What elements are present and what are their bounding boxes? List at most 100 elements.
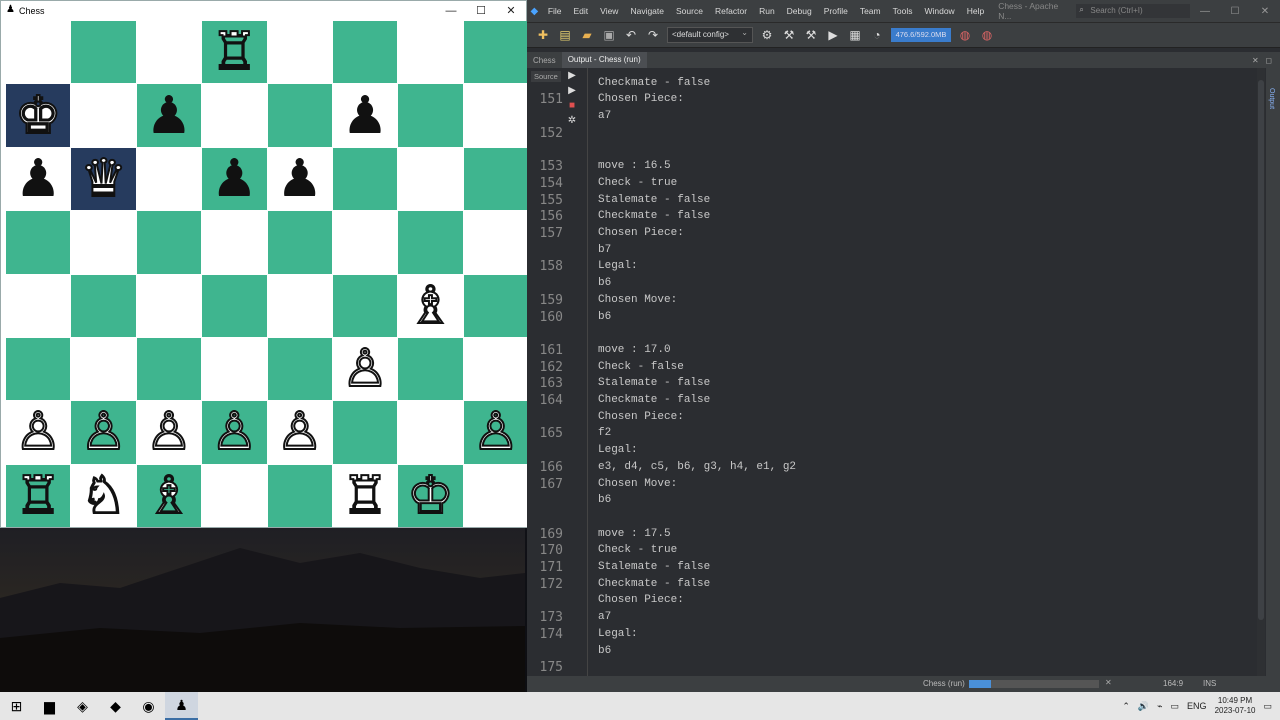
- language-indicator[interactable]: ENG: [1187, 701, 1207, 711]
- obs-icon[interactable]: ◉: [132, 692, 165, 720]
- square-e5[interactable]: [267, 211, 332, 274]
- menu-window[interactable]: Window: [918, 6, 960, 16]
- square-f7[interactable]: ♟: [332, 84, 398, 147]
- tab-chess[interactable]: Chess: [527, 56, 562, 65]
- square-d7[interactable]: [202, 84, 267, 147]
- new-project-icon[interactable]: ✚: [535, 27, 551, 43]
- rerun-icon[interactable]: ▶: [568, 70, 576, 81]
- square-e8[interactable]: [267, 21, 332, 84]
- square-c2[interactable]: ♙: [136, 401, 202, 464]
- square-g6[interactable]: [398, 147, 463, 211]
- build-icon[interactable]: ⚒: [781, 27, 797, 43]
- square-g7[interactable]: [398, 84, 463, 147]
- menu-run[interactable]: Run: [753, 6, 781, 16]
- square-a3[interactable]: [6, 337, 71, 401]
- memory-indicator[interactable]: 476.6/592.0MB: [891, 28, 951, 42]
- stop-icon[interactable]: ■: [569, 100, 575, 111]
- save-all-icon[interactable]: ▣: [601, 27, 617, 43]
- square-e2[interactable]: ♙: [267, 401, 332, 464]
- tab-output[interactable]: Output - Chess (run): [561, 52, 647, 68]
- menu-source[interactable]: Source: [670, 6, 709, 16]
- square-h3[interactable]: [463, 337, 528, 401]
- menu-refactor[interactable]: Refactor: [709, 6, 753, 16]
- square-a2[interactable]: ♙: [6, 401, 71, 464]
- square-g2[interactable]: [398, 401, 463, 464]
- square-a1[interactable]: ♖: [6, 464, 71, 527]
- netbeans-icon[interactable]: ◆: [99, 692, 132, 720]
- square-f3[interactable]: ♙: [332, 337, 398, 401]
- square-g5[interactable]: [398, 211, 463, 274]
- output-scrollbar[interactable]: [1257, 68, 1265, 676]
- square-b7[interactable]: [71, 84, 136, 147]
- menu-help[interactable]: Help: [961, 6, 990, 16]
- square-h4[interactable]: [463, 274, 528, 337]
- square-a8[interactable]: [6, 21, 71, 84]
- cancel-icon[interactable]: ✕: [1105, 678, 1112, 687]
- square-a4[interactable]: [6, 274, 71, 337]
- output-side-tab[interactable]: Output: [1268, 88, 1275, 109]
- menu-file[interactable]: File: [542, 6, 568, 16]
- square-g8[interactable]: [398, 21, 463, 84]
- menu-tools[interactable]: Tools: [887, 6, 919, 16]
- square-b1[interactable]: ♘: [71, 464, 136, 527]
- config-select[interactable]: <default config>: [667, 26, 753, 43]
- menu-navigate[interactable]: Navigate: [624, 6, 670, 16]
- menu-view[interactable]: View: [594, 6, 624, 16]
- file-explorer-icon[interactable]: ▆: [33, 692, 66, 720]
- square-h8[interactable]: [463, 21, 528, 84]
- square-a5[interactable]: [6, 211, 71, 274]
- square-f2[interactable]: [332, 401, 398, 464]
- network-icon[interactable]: ⌁: [1157, 701, 1162, 712]
- square-e1[interactable]: [267, 464, 332, 527]
- square-h2[interactable]: ♙: [463, 401, 528, 464]
- square-c4[interactable]: [136, 274, 202, 337]
- square-b8[interactable]: [71, 21, 136, 84]
- square-d6[interactable]: ♟: [202, 147, 267, 211]
- square-b6[interactable]: ♛: [71, 147, 136, 211]
- scrollbar-thumb[interactable]: [1258, 80, 1264, 620]
- settings-icon[interactable]: ⚙: [759, 27, 775, 43]
- maximize-button[interactable]: ☐: [466, 1, 496, 21]
- new-file-icon[interactable]: ▤: [557, 27, 573, 43]
- open-project-icon[interactable]: ▰: [579, 27, 595, 43]
- square-b3[interactable]: [71, 337, 136, 401]
- redo-icon[interactable]: ↷: [645, 27, 661, 43]
- square-c3[interactable]: [136, 337, 202, 401]
- menu-team[interactable]: Team: [854, 6, 887, 16]
- menu-profile[interactable]: Profile: [818, 6, 854, 16]
- start-icon[interactable]: ⊞: [0, 692, 33, 720]
- square-b5[interactable]: [71, 211, 136, 274]
- square-b4[interactable]: [71, 274, 136, 337]
- profile-icon[interactable]: ◔: [869, 27, 885, 43]
- notification-icon[interactable]: ▭: [1263, 701, 1272, 712]
- square-c8[interactable]: [136, 21, 202, 84]
- square-d3[interactable]: [202, 337, 267, 401]
- gc-icon[interactable]: ◍: [957, 27, 973, 43]
- java-app-icon[interactable]: ♟: [165, 692, 198, 720]
- square-e6[interactable]: ♟: [267, 147, 332, 211]
- close-button[interactable]: ✕: [496, 1, 526, 21]
- square-b2[interactable]: ♙: [71, 401, 136, 464]
- undo-icon[interactable]: ↶: [623, 27, 639, 43]
- square-f1[interactable]: ♖: [332, 464, 398, 527]
- square-f8[interactable]: [332, 21, 398, 84]
- square-g1[interactable]: ♔: [398, 464, 463, 527]
- square-c1[interactable]: ♗: [136, 464, 202, 527]
- clock[interactable]: 10:49 PM 2023-07-10: [1215, 696, 1256, 716]
- ide-minimize-button[interactable]: —: [1190, 6, 1220, 17]
- square-e4[interactable]: [267, 274, 332, 337]
- square-e3[interactable]: [267, 337, 332, 401]
- square-h5[interactable]: [463, 211, 528, 274]
- square-e7[interactable]: [267, 84, 332, 147]
- run-status[interactable]: Chess (run): [923, 679, 965, 688]
- square-d5[interactable]: [202, 211, 267, 274]
- square-f6[interactable]: [332, 147, 398, 211]
- square-f5[interactable]: [332, 211, 398, 274]
- run-icon[interactable]: ▶: [825, 27, 841, 43]
- square-d4[interactable]: [202, 274, 267, 337]
- square-a7[interactable]: ♚: [6, 84, 71, 147]
- square-f4[interactable]: [332, 274, 398, 337]
- gc-icon-2[interactable]: ◍: [979, 27, 995, 43]
- rerun-with-args-icon[interactable]: ▶: [568, 85, 576, 96]
- square-h7[interactable]: [463, 84, 528, 147]
